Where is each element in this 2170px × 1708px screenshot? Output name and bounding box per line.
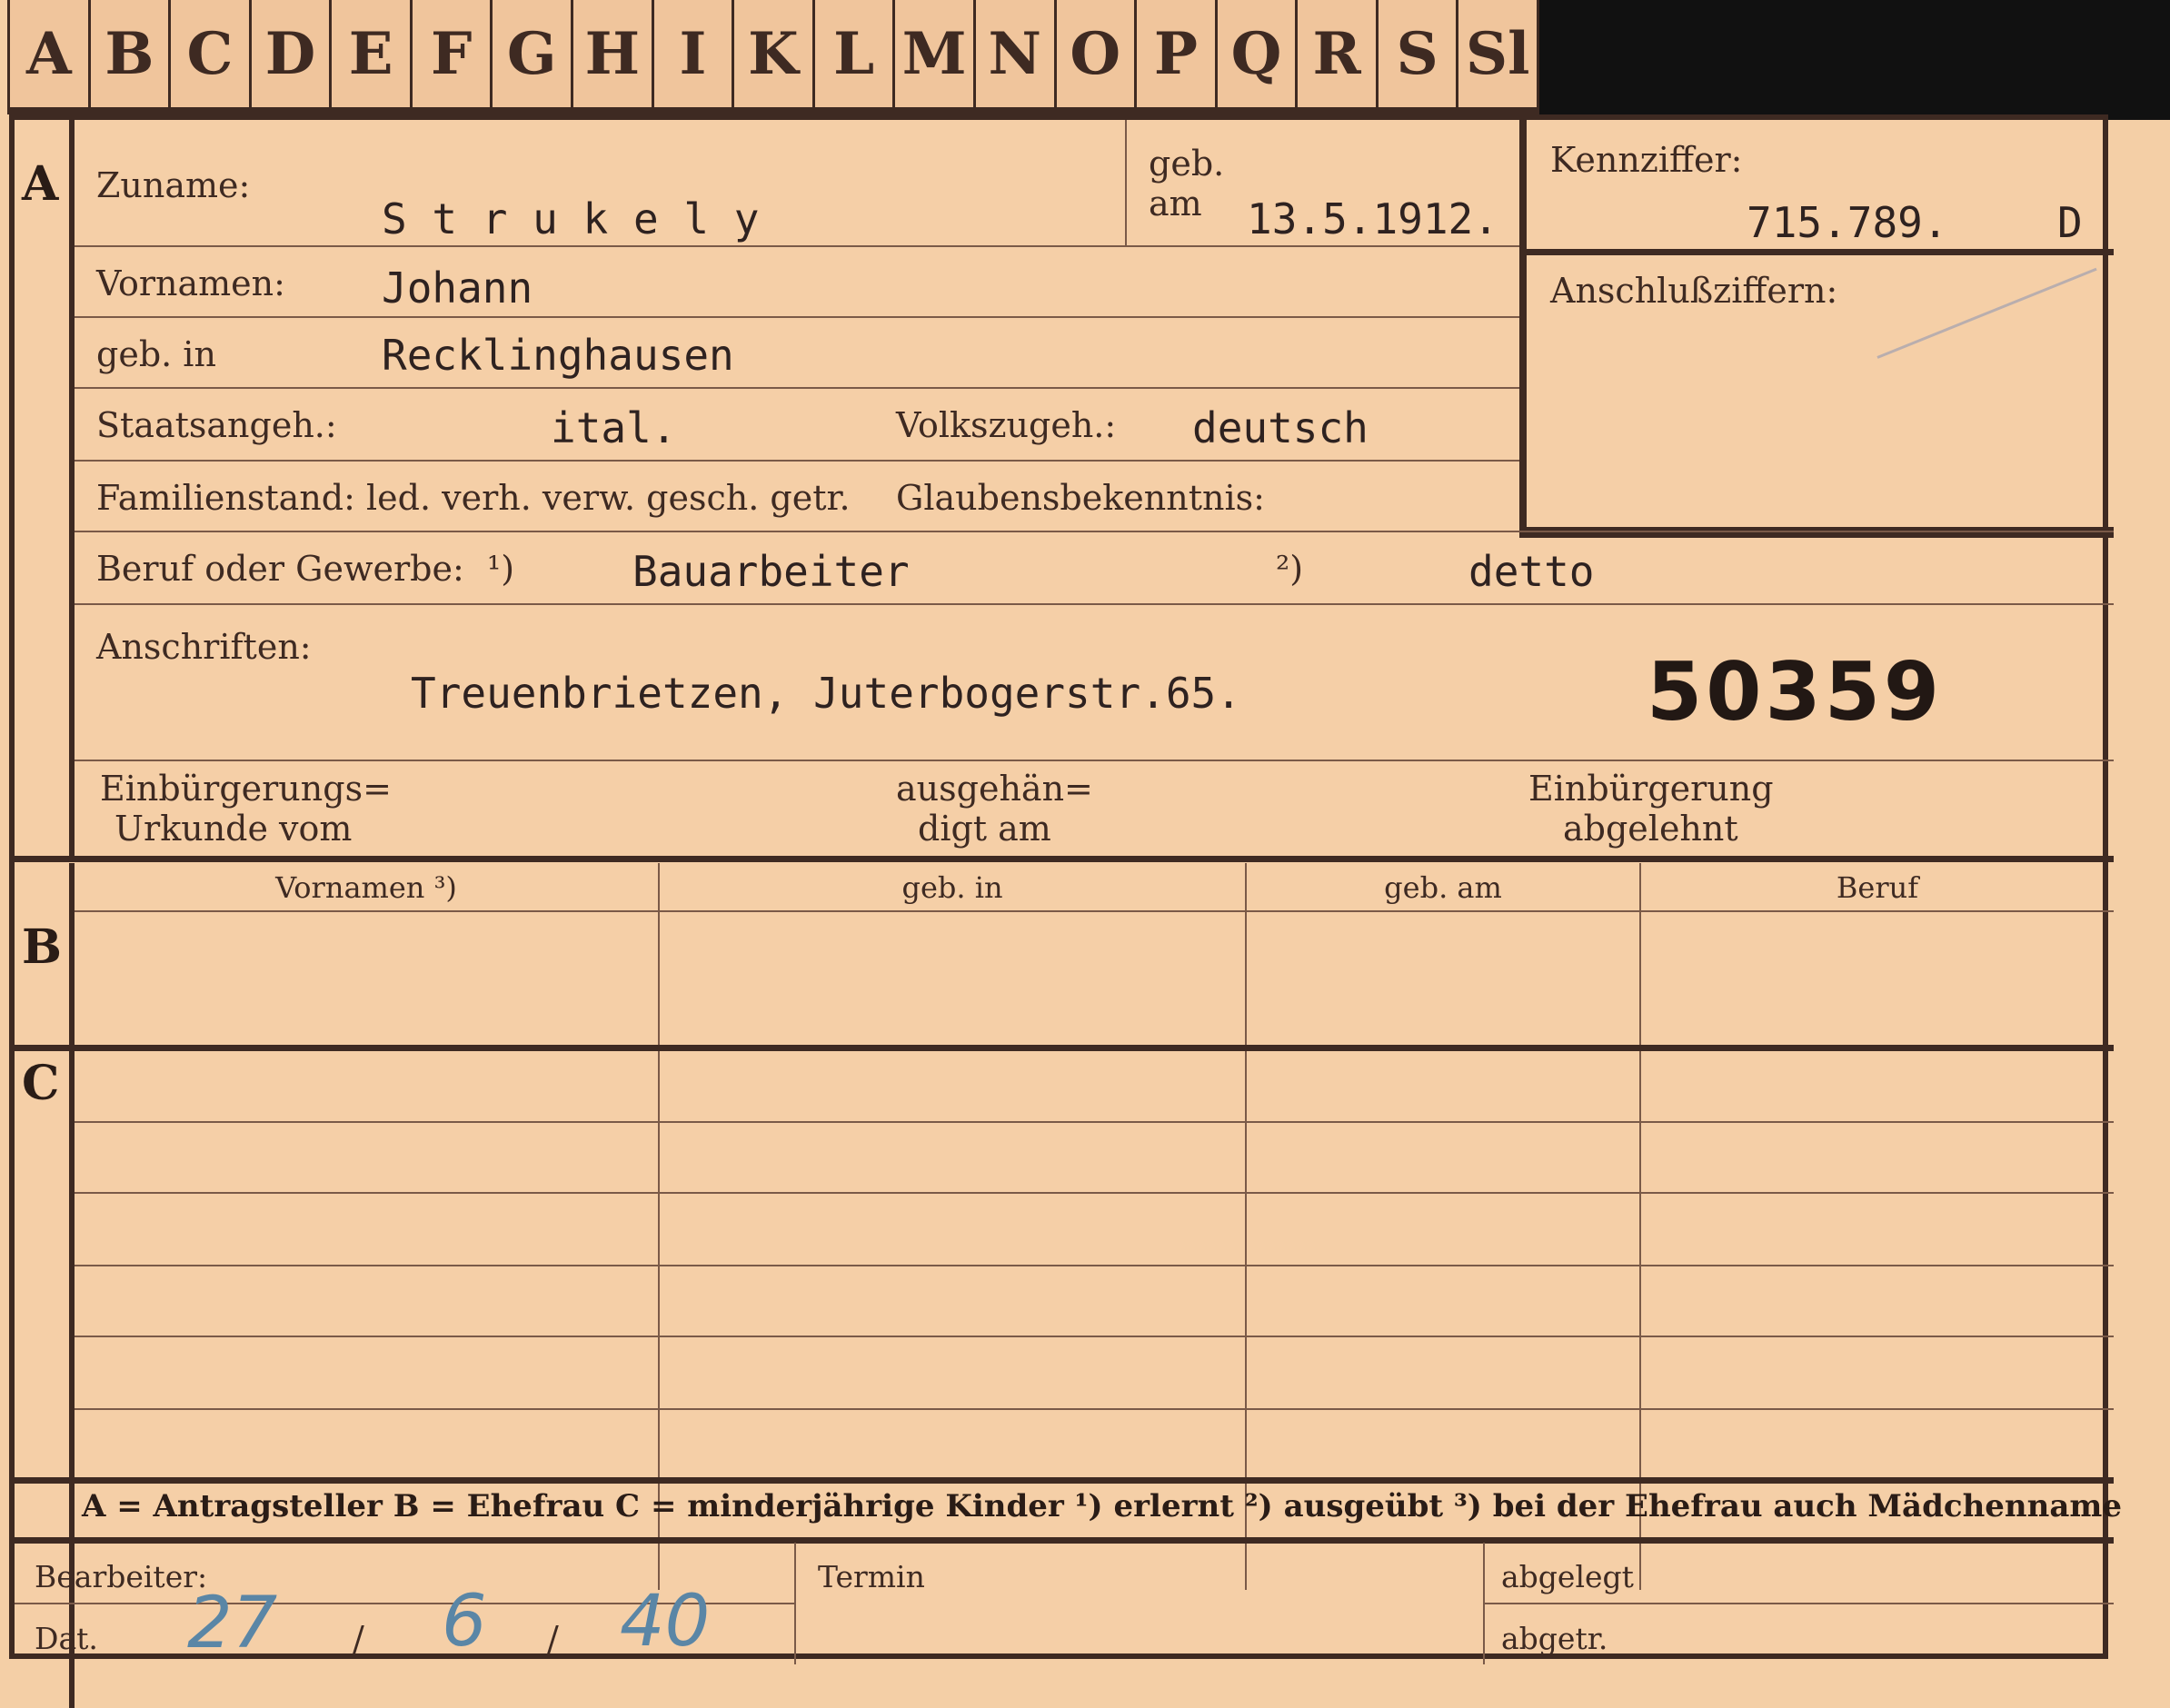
- dat-label: Dat.: [35, 1621, 98, 1656]
- zuname-label: Zuname:: [96, 165, 251, 205]
- section-b-marker: B: [22, 919, 62, 975]
- kennziffer-suffix: D: [2057, 198, 2083, 247]
- abgelegt-label: abgelegt: [1501, 1559, 1634, 1594]
- anschluss-label: Anschlußziffern:: [1550, 271, 1838, 311]
- row-line: [75, 245, 1519, 247]
- beruf-mark-2: ²): [1276, 549, 1304, 589]
- row-line: [75, 760, 2114, 761]
- vornamen-label: Vornamen:: [96, 263, 285, 303]
- index-tab: F: [413, 0, 493, 107]
- legend-bottom-line: [15, 1537, 2114, 1544]
- section-c-marker: C: [22, 1056, 60, 1111]
- dat-sep-1: /: [353, 1619, 364, 1659]
- index-tab: S: [1379, 0, 1459, 107]
- dat-day: 27: [187, 1583, 278, 1664]
- kennziffer-value: 715.789.: [1747, 198, 1948, 247]
- index-tab: D: [252, 0, 333, 107]
- ausgehaen-label-1: ausgehän=: [896, 769, 1093, 809]
- legend-top-line: [15, 1477, 2114, 1484]
- geb-am-value: 13.5.1912.: [1247, 194, 1498, 243]
- row-line: [75, 603, 2114, 605]
- vornamen-value: Johann: [382, 263, 533, 313]
- scan-background: [1539, 0, 2170, 120]
- staatsangeh-value: ital.: [551, 403, 677, 452]
- dat-sep-2: /: [547, 1619, 559, 1659]
- index-tab: E: [332, 0, 413, 107]
- row-line: [75, 387, 1519, 389]
- section-divider: [15, 1045, 2114, 1051]
- zuname-geb-divider: [1125, 120, 1127, 245]
- col-geb-in: geb. in: [901, 870, 1003, 905]
- footer-col-line: [794, 1543, 796, 1664]
- ausgehaen-label-2: digt am: [918, 809, 1051, 849]
- abgelehnt-label-1: Einbürgerung: [1528, 769, 1774, 809]
- index-tab: P: [1137, 0, 1218, 107]
- index-tab: C: [171, 0, 252, 107]
- einbuerg-label-2: Urkunde vom: [114, 809, 353, 849]
- grid-header-line: [75, 910, 2114, 912]
- staatsangeh-label: Staatsangeh.:: [96, 405, 337, 445]
- index-tab: L: [815, 0, 896, 107]
- alphabet-index-tabs: A B C D E F G H I K L M N O P Q R S Sl: [7, 0, 1539, 114]
- grid-row-line: [75, 1265, 2114, 1266]
- am-label: am: [1149, 184, 1202, 223]
- col-beruf: Beruf: [1836, 870, 1919, 905]
- grid-row-line: [75, 1336, 2114, 1337]
- grid-row-line: [75, 1192, 2114, 1194]
- col-vornamen: Vornamen ³): [275, 870, 457, 905]
- index-tab: M: [895, 0, 976, 107]
- anschrift-value: Treuenbrietzen, Juterbogerstr.65.: [411, 669, 1241, 718]
- beruf-ausgeuebt-value: detto: [1468, 547, 1595, 596]
- beruf-label: Beruf oder Gewerbe:: [96, 549, 464, 589]
- kennziffer-divider: [1527, 249, 2114, 255]
- section-divider: [15, 856, 2114, 862]
- dat-year: 40: [620, 1581, 711, 1663]
- dat-month: 6: [442, 1581, 487, 1663]
- abgelehnt-label-2: abgelehnt: [1563, 809, 1738, 849]
- legend-text: A = Antragsteller B = Ehefrau C = minder…: [82, 1488, 2122, 1524]
- index-tab: A: [7, 0, 91, 107]
- index-tab: Q: [1218, 0, 1299, 107]
- registration-card: A B C Kennziffer: 715.789. D Anschlußzif…: [9, 114, 2122, 1708]
- section-a-marker: A: [22, 156, 59, 212]
- section-margin-line: [69, 120, 75, 856]
- termin-label: Termin: [818, 1559, 925, 1594]
- geb-in-value: Recklinghausen: [382, 331, 734, 380]
- index-tab: I: [654, 0, 735, 107]
- index-tab: K: [734, 0, 815, 107]
- index-tab: H: [573, 0, 654, 107]
- geb-in-label: geb. in: [96, 334, 216, 374]
- row-line: [75, 460, 1519, 462]
- kennziffer-label: Kennziffer:: [1550, 140, 1743, 180]
- row-line: [75, 316, 1519, 318]
- index-tab: G: [493, 0, 574, 107]
- index-tab: N: [976, 0, 1057, 107]
- beruf-mark-1: ¹): [487, 549, 515, 589]
- index-tab: B: [91, 0, 172, 107]
- index-tab: R: [1298, 0, 1379, 107]
- anschriften-label: Anschriften:: [96, 627, 312, 667]
- geb-label: geb.: [1149, 144, 1225, 184]
- grid-row-line: [75, 1408, 2114, 1410]
- volkszugeh-value: deutsch: [1192, 403, 1369, 452]
- einbuerg-label-1: Einbürgerungs=: [100, 769, 392, 809]
- abgetr-label: abgetr.: [1501, 1621, 1608, 1656]
- zuname-value: S t r u k e l y: [382, 194, 760, 243]
- bearbeiter-label: Bearbeiter:: [35, 1559, 208, 1594]
- grid-row-line: [75, 1121, 2114, 1123]
- row-line: [75, 531, 2114, 532]
- kennziffer-box: [1519, 120, 2114, 538]
- glauben-label: Glaubensbekenntnis:: [896, 478, 1265, 518]
- beruf-erlernt-value: Bauarbeiter: [632, 547, 910, 596]
- footer-row-line: [1483, 1603, 2114, 1604]
- index-tab: Sl: [1458, 0, 1539, 107]
- familienstand-label: Familienstand: led. verh. verw. gesch. g…: [96, 478, 851, 518]
- stamp-number: 50359: [1647, 645, 1944, 739]
- index-tab: O: [1057, 0, 1138, 107]
- col-geb-am: geb. am: [1384, 870, 1502, 905]
- volkszugeh-label: Volkszugeh.:: [896, 405, 1117, 445]
